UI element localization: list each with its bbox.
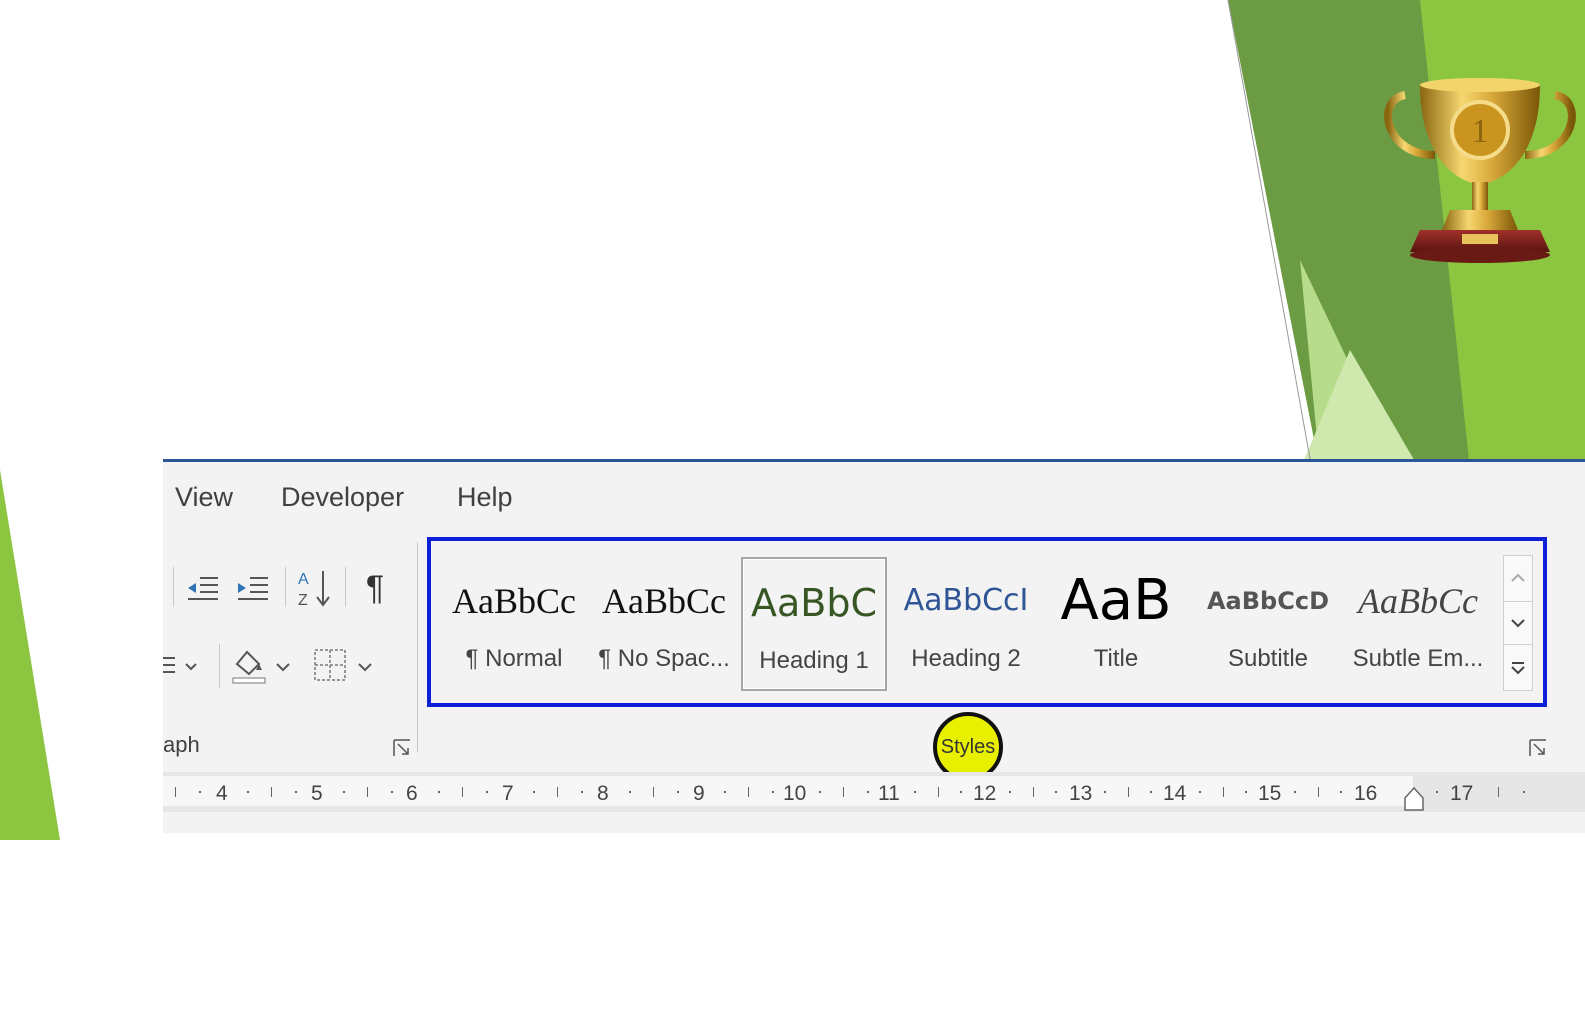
horizontal-ruler[interactable]: 4 5 6 7 8 9 10 11 12 13 14 15 16 17 — [163, 772, 1585, 812]
right-indent-marker-icon[interactable] — [1403, 786, 1425, 812]
ruler-number: 12 — [973, 782, 997, 805]
paragraph-group-label: aph — [163, 732, 200, 757]
scroll-up-icon[interactable] — [1504, 556, 1532, 600]
separator — [285, 567, 286, 607]
style-preview: AaBbCc — [602, 581, 726, 621]
style-subtle-emphasis[interactable]: AaBbCc Subtle Em... — [1345, 557, 1491, 691]
ruler-number: 11 — [878, 782, 900, 805]
tab-developer[interactable]: Developer — [281, 482, 404, 513]
style-preview: AaBbCc — [1358, 581, 1478, 621]
ruler-number: 17 — [1450, 782, 1474, 805]
align-dropdown-icon[interactable] — [163, 648, 203, 684]
ruler-number: 8 — [597, 782, 609, 805]
ruler-number: 13 — [1069, 782, 1093, 805]
style-preview: AaBbCcD — [1206, 587, 1329, 615]
style-name: Heading 2 — [911, 645, 1021, 672]
separator — [417, 542, 418, 752]
style-heading-2[interactable]: AaBbCcI Heading 2 — [893, 557, 1039, 691]
style-name: Heading 1 — [759, 647, 869, 674]
ruler-number: 6 — [406, 782, 418, 805]
ribbon-panel: View Developer Help AZ ¶ aph AaBbCc ¶ No… — [163, 459, 1585, 833]
styles-dialog-launcher-icon[interactable] — [1529, 739, 1546, 756]
borders-icon[interactable] — [311, 644, 383, 688]
style-title[interactable]: AaB Title — [1043, 557, 1189, 691]
sort-icon[interactable]: AZ — [293, 566, 337, 610]
decrease-indent-icon[interactable] — [183, 570, 223, 606]
paragraph-dialog-launcher-icon[interactable] — [393, 739, 410, 756]
ruler-number: 16 — [1354, 782, 1378, 805]
tab-help[interactable]: Help — [457, 482, 513, 513]
styles-gallery: AaBbCc ¶ Normal AaBbCc ¶ No Spac... AaBb… — [427, 537, 1547, 707]
trophy-number: 1 — [1472, 113, 1489, 150]
pilcrow-icon[interactable]: ¶ — [355, 568, 395, 608]
separator — [219, 644, 220, 688]
style-no-spacing[interactable]: AaBbCc ¶ No Spac... — [591, 557, 737, 691]
ruler-number: 5 — [311, 782, 323, 805]
style-preview: AaB — [1060, 571, 1172, 631]
style-name: ¶ No Spac... — [598, 645, 730, 672]
shading-icon[interactable] — [229, 644, 299, 688]
style-heading-1[interactable]: AaBbC Heading 1 — [741, 557, 887, 691]
separator — [173, 567, 174, 607]
svg-text:A: A — [298, 571, 309, 588]
ruler-number: 4 — [216, 782, 228, 805]
style-preview: AaBbC — [750, 581, 877, 625]
svg-text:Z: Z — [298, 592, 308, 609]
style-normal[interactable]: AaBbCc ¶ Normal — [441, 557, 587, 691]
ruler-number: 15 — [1258, 782, 1282, 805]
more-icon[interactable] — [1504, 646, 1532, 690]
separator — [345, 567, 346, 607]
scroll-down-icon[interactable] — [1504, 601, 1532, 645]
style-name: Subtle Em... — [1352, 645, 1484, 672]
style-preview: AaBbCc — [452, 581, 576, 621]
ruler-number: 9 — [693, 782, 705, 805]
tab-view[interactable]: View — [175, 482, 233, 513]
style-preview: AaBbCcI — [903, 583, 1029, 618]
ruler-number: 14 — [1163, 782, 1187, 805]
style-subtitle[interactable]: AaBbCcD Subtitle — [1195, 557, 1341, 691]
style-name: Title — [1093, 645, 1139, 672]
trophy-icon: 1 — [1384, 78, 1576, 263]
styles-gallery-scroller — [1503, 555, 1533, 691]
ruler-text-area: 4 5 6 7 8 9 10 11 12 13 14 15 16 — [163, 776, 1413, 806]
ruler-number: 10 — [783, 782, 807, 805]
ruler-number: 7 — [502, 782, 514, 805]
increase-indent-icon[interactable] — [233, 570, 273, 606]
style-name: ¶ Normal — [465, 645, 563, 672]
style-name: Subtitle — [1227, 645, 1309, 672]
